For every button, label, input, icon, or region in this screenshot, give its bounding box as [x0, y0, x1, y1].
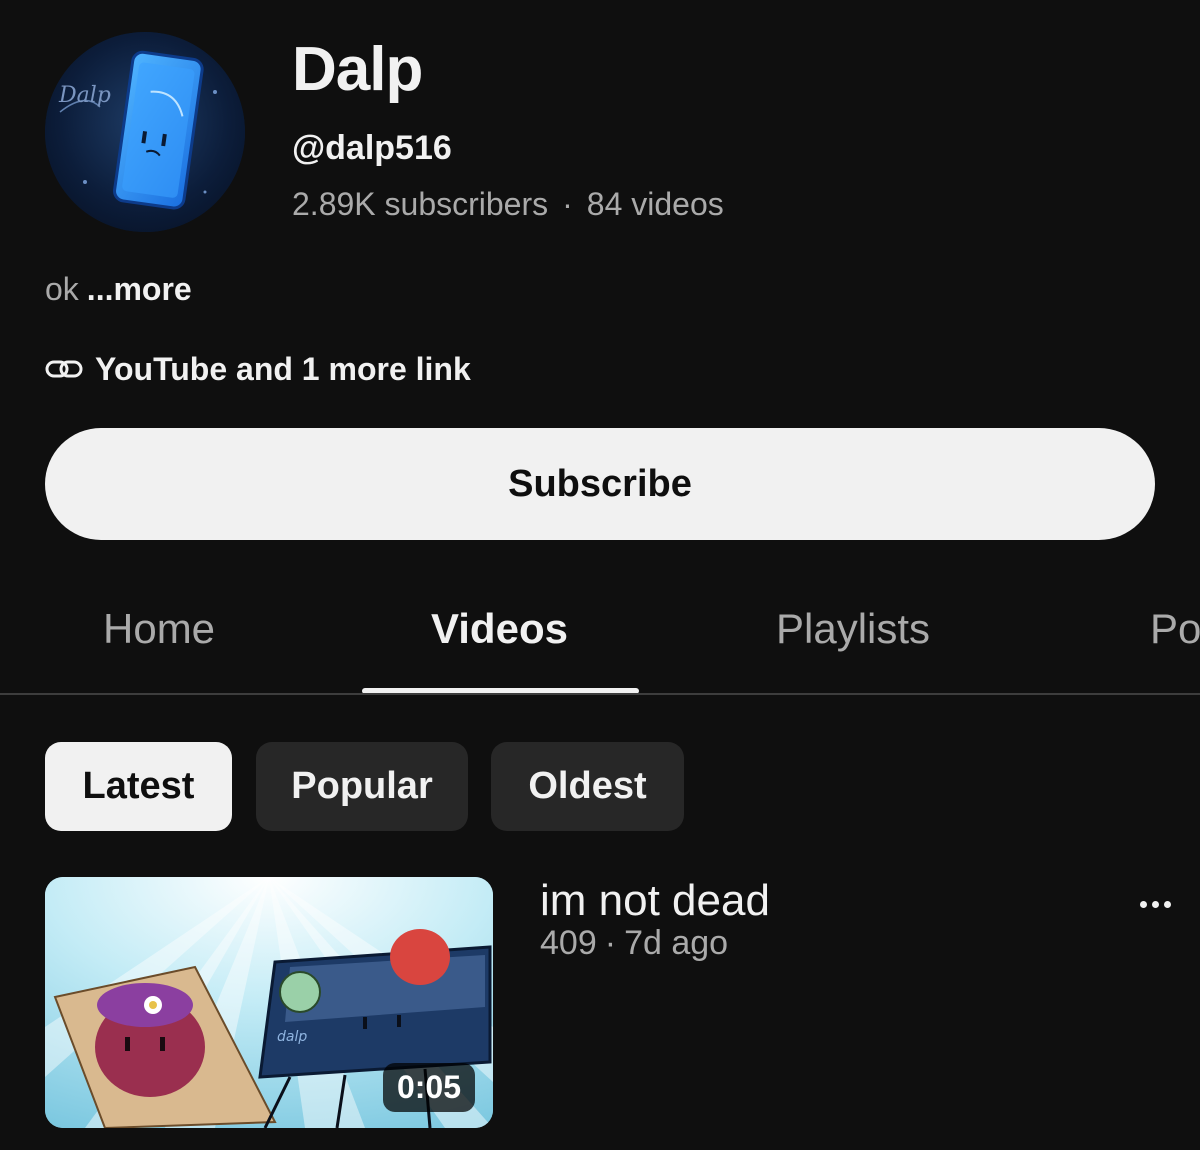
video-count: 84 videos — [586, 186, 724, 222]
video-title[interactable]: im not dead — [540, 876, 770, 926]
filter-chip-popular[interactable]: Popular — [256, 742, 468, 831]
tab-videos[interactable]: Videos — [431, 602, 568, 656]
channel-stats: 2.89K subscribers · 84 videos — [292, 184, 724, 224]
tab-playlists[interactable]: Playlists — [776, 602, 930, 656]
stats-separator: · — [562, 186, 573, 222]
tab-home[interactable]: Home — [103, 602, 215, 656]
video-thumbnail[interactable]: dalp 0:05 — [45, 877, 493, 1128]
video-meta: 409 · 7d ago — [540, 922, 728, 964]
description-text: ok — [45, 271, 79, 307]
channel-handle: @dalp516 — [292, 129, 452, 167]
meta-separator: · — [604, 924, 617, 962]
tab-posts[interactable]: Po — [1150, 602, 1200, 656]
filter-chip-latest[interactable]: Latest — [45, 742, 232, 831]
channel-description[interactable]: ok ...more — [45, 270, 192, 308]
subscriber-count: 2.89K subscribers — [292, 186, 549, 222]
video-age: 7d ago — [624, 924, 729, 962]
filter-chip-oldest[interactable]: Oldest — [491, 742, 684, 831]
tabs-divider — [0, 693, 1200, 695]
channel-tabs: Home Videos Playlists Po — [0, 580, 1200, 694]
video-duration: 0:05 — [382, 1063, 475, 1112]
subscribe-button[interactable]: Subscribe — [45, 428, 1155, 540]
avatar-image: Dalp — [45, 32, 245, 232]
links-label: YouTube and 1 more link — [95, 351, 471, 387]
video-views: 409 — [540, 924, 597, 962]
channel-name: Dalp — [292, 35, 423, 104]
channel-page: Dalp Dalp @dalp516 2.89K subscribers · 84 … — [0, 0, 1200, 1150]
link-icon — [45, 360, 83, 378]
more-vert-icon[interactable] — [1128, 886, 1182, 922]
channel-links[interactable]: YouTube and 1 more link — [45, 350, 471, 388]
thumbnail-watermark: dalp — [277, 1029, 307, 1045]
channel-avatar[interactable]: Dalp — [45, 32, 245, 232]
description-more-link[interactable]: ...more — [87, 271, 192, 307]
avatar-signature: Dalp — [58, 83, 111, 108]
